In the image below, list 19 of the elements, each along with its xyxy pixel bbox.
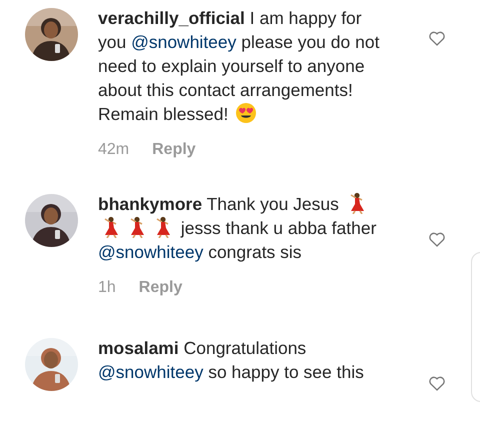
comment-text: mosalami Congratulations @snowhiteey so happy to see this [98,337,365,384]
username-link[interactable]: mosalami [98,338,179,358]
dancer-emoji-icon [128,216,146,238]
like-heart-icon[interactable] [428,30,446,46]
username-link[interactable]: bhankymore [98,194,202,214]
comment-text: verachilly_official I am happy for you @snowhiteey please you do not need to explain yourself to anyone about this contact arrangements! Remain blessed! [98,7,380,126]
dancer-emoji-icon [102,216,120,238]
heart-eyes-emoji-icon [235,102,258,124]
comment-time: 1h [98,278,116,298]
comment-time: 42m [98,140,130,160]
user-mention-link[interactable]: @snowhiteey [98,362,204,382]
dancer-emoji-icon [348,192,366,214]
comment-text: bhankymore Thank you Jesus jesss thank u abba father @snowhiteey congrats sis [98,192,378,264]
user-mention-link[interactable]: @snowhiteey [131,32,236,52]
like-heart-icon[interactable] [428,375,446,391]
user-mention-link[interactable]: @snowhiteey [98,242,204,262]
like-heart-icon[interactable] [428,231,446,247]
dancer-emoji-icon [154,216,172,238]
username-link[interactable]: verachilly_official [98,8,245,28]
